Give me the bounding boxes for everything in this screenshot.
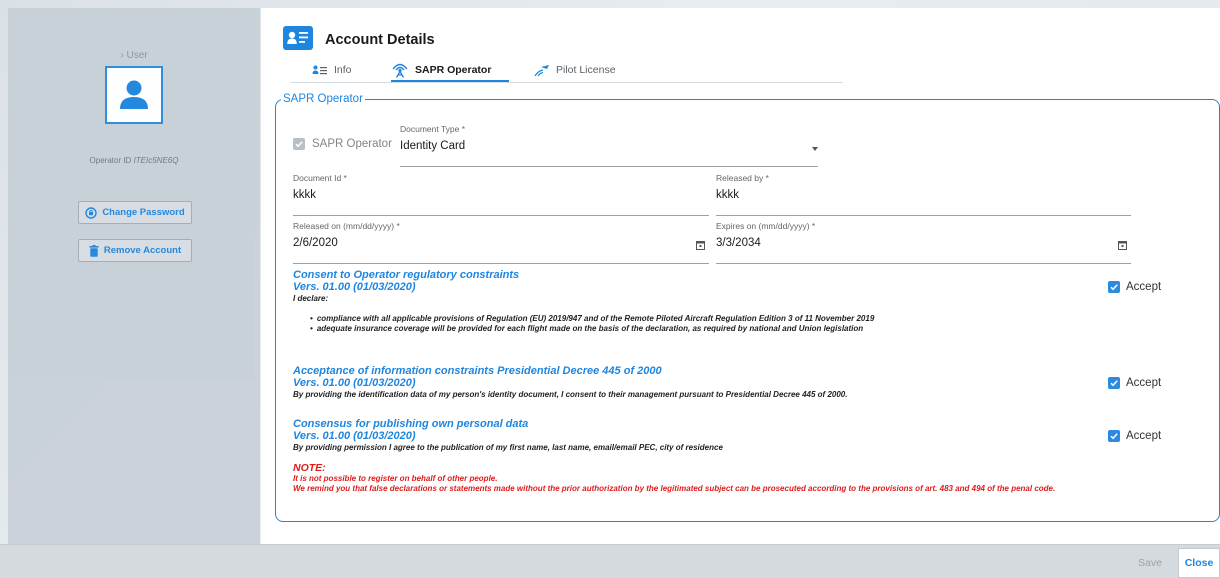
note-line: We remind you that false declarations or… [293,484,1056,493]
tab-sapr-operator-label: SAPR Operator [415,64,492,76]
user-breadcrumb: › User [120,50,148,61]
document-id-field[interactable]: Document Id * kkkk [293,173,709,216]
consent-title: Acceptance of information constraints Pr… [293,365,662,377]
operator-id-value: ITEIc5NE6Q [133,156,179,165]
operator-id-label: Operator ID [89,156,132,165]
field-underline [716,263,1131,264]
id-card-icon [283,26,313,50]
chevron-down-icon [812,147,818,151]
expires-on-value: 3/3/2034 [716,237,761,249]
save-button[interactable]: Save [1131,552,1169,574]
declaration-item: compliance with all applicable provision… [310,314,1173,324]
checkbox-checked-icon [1108,430,1120,442]
declaration-list: compliance with all applicable provision… [310,314,1173,334]
expires-on-label: Expires on (mm/dd/yyyy) * [716,221,816,231]
lock-reset-icon [85,206,98,219]
accept-checkbox-1[interactable]: Accept [1108,281,1161,293]
avatar [105,66,163,124]
antenna-icon [392,63,408,78]
declaration-item: adequate insurance coverage will be prov… [310,324,1173,334]
dialog-footer [0,544,1220,578]
consent-presidential-decree: Acceptance of information constraints Pr… [293,365,1173,400]
trash-icon [89,244,99,257]
info-list-icon [312,65,327,75]
released-by-field[interactable]: Released by * kkkk [716,173,1131,216]
document-type-label: Document Type * [400,124,466,134]
accept-label: Accept [1126,377,1162,389]
sapr-operator-fieldset: SAPR Operator SAPR Operator Document Typ… [275,93,1220,522]
consent-operator-constraints: Consent to Operator regulatory constrain… [293,269,1173,334]
tabs-divider [291,82,843,83]
accept-label: Accept [1126,281,1162,293]
tab-pilot-license-label: Pilot License [556,64,616,76]
released-on-value: 2/6/2020 [293,237,338,249]
checkbox-checked-icon [1108,377,1120,389]
operator-id: Operator ID ITEIc5NE6Q [8,156,260,165]
checkbox-checked-icon [293,138,305,150]
accept-checkbox-3[interactable]: Accept [1108,430,1161,442]
consent-personal-data: Consensus for publishing own personal da… [293,418,1173,453]
tab-info-label: Info [334,64,352,76]
sapr-operator-checkbox-label: SAPR Operator [312,138,392,150]
document-id-value: kkkk [293,189,316,201]
field-underline [716,215,1131,216]
consent-version: Vers. 01.00 (01/03/2020) [293,430,416,442]
document-type-value: Identity Card [400,140,466,152]
fieldset-legend: SAPR Operator [281,93,365,105]
account-details-panel: Account Details Info SAPR Operator Pilot… [261,8,1220,544]
tab-sapr-operator[interactable]: SAPR Operator [391,58,509,82]
released-by-value: kkkk [716,189,739,201]
consent-text: By providing the identification data of … [293,390,848,399]
expires-on-field[interactable]: Expires on (mm/dd/yyyy) * 3/3/2034 [716,221,1131,264]
field-underline [293,263,709,264]
accept-label: Accept [1126,430,1162,442]
consent-version: Vers. 01.00 (01/03/2020) [293,377,416,389]
user-sidebar: › User Operator ID ITEIc5NE6Q Change Pas… [8,8,260,544]
calendar-icon[interactable] [1118,240,1127,250]
sapr-operator-checkbox[interactable]: SAPR Operator [293,138,392,150]
license-icon [534,65,549,77]
note-line: It is not possible to register on behalf… [293,474,498,483]
consent-title: Consensus for publishing own personal da… [293,418,529,430]
note-title: NOTE: [293,462,326,474]
consent-title: Consent to Operator regulatory constrain… [293,269,520,281]
released-by-label: Released by * [716,173,769,183]
consent-text: By providing permission I agree to the p… [293,443,723,452]
remove-account-label: Remove Account [103,245,182,256]
consent-version: Vers. 01.00 (01/03/2020) [293,281,416,293]
page-title: Account Details [325,32,435,48]
document-id-label: Document Id * [293,173,347,183]
accept-checkbox-2[interactable]: Accept [1108,377,1161,389]
tab-info[interactable]: Info [312,58,354,82]
released-on-field[interactable]: Released on (mm/dd/yyyy) * 2/6/2020 [293,221,709,264]
field-underline [400,166,818,167]
released-on-label: Released on (mm/dd/yyyy) * [293,221,400,231]
close-button[interactable]: Close [1178,548,1220,578]
consent-text: I declare: [293,294,329,303]
checkbox-checked-icon [1108,281,1120,293]
calendar-icon[interactable] [696,240,705,250]
field-underline [293,215,709,216]
change-password-label: Change Password [102,207,185,218]
tab-pilot-license[interactable]: Pilot License [534,58,630,82]
remove-account-button[interactable]: Remove Account [78,239,192,262]
note-section: NOTE: It is not possible to register on … [293,462,1213,494]
change-password-button[interactable]: Change Password [78,201,192,224]
document-type-select[interactable]: Document Type * Identity Card [400,124,818,167]
user-icon [120,80,148,109]
